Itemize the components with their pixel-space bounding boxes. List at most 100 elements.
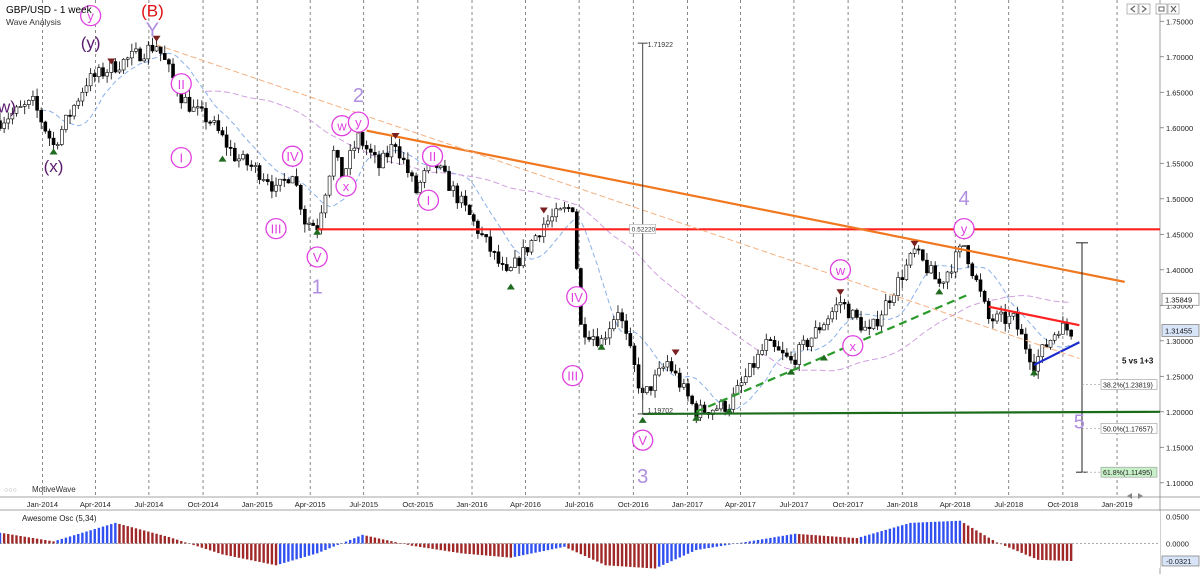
wave-label: 3 — [637, 466, 648, 488]
wave-label: x — [343, 179, 350, 194]
price-chart[interactable]: 1.71922 1.19702 0.52220 5 vs 1+3 38.2%(1.23… — [0, 0, 1200, 574]
x-tick-label: Apr-2015 — [295, 500, 326, 509]
wave-label: (B) — [141, 2, 164, 21]
candle — [150, 44, 155, 52]
candle — [533, 235, 538, 241]
oscillator-bar — [287, 543, 290, 562]
candle — [871, 318, 876, 329]
oscillator-bar — [1049, 543, 1052, 561]
oscillator-bar — [200, 543, 204, 548]
oscillator-bar — [637, 543, 640, 568]
y-tick-label: 1.65000 — [1166, 88, 1193, 97]
oscillator-bar — [97, 527, 101, 544]
oscillator-bar — [11, 534, 14, 544]
oscillator-bar — [620, 543, 624, 567]
oscillator-bar — [773, 537, 776, 544]
candle — [113, 61, 118, 73]
candle — [879, 314, 884, 327]
oscillator-bar — [629, 543, 632, 567]
oscillator-bar — [806, 534, 809, 544]
candle — [484, 234, 488, 238]
candle — [167, 59, 171, 65]
candle — [393, 144, 398, 147]
candle — [480, 233, 484, 236]
oscillator-bar — [876, 532, 879, 544]
x-tick-label: Jan-2019 — [1101, 500, 1132, 509]
candle — [158, 46, 163, 54]
back-icon[interactable] — [1126, 3, 1139, 15]
oscillator-bar — [798, 534, 801, 544]
candle — [912, 248, 917, 254]
oscillator-bar — [686, 543, 690, 554]
oscillator-bar — [921, 522, 925, 544]
wave-label: 2 — [353, 85, 364, 107]
candle — [603, 337, 608, 340]
oscillator-bar — [896, 526, 900, 544]
candle — [183, 96, 188, 104]
oscillator-bar — [851, 537, 854, 544]
candle — [797, 344, 802, 365]
candle — [1015, 313, 1020, 330]
oscillator-bar — [270, 543, 274, 565]
oscillator-bar — [950, 521, 953, 544]
candle — [80, 91, 85, 102]
oscillator-bar — [505, 543, 508, 558]
oscillator-bar — [563, 543, 566, 547]
candle — [241, 154, 245, 160]
oscillator-bar — [480, 543, 484, 556]
oscillator-bar — [690, 543, 694, 552]
candle — [294, 176, 299, 186]
wave-label: V — [313, 250, 322, 265]
candle — [278, 178, 282, 186]
oscillator-bar — [2, 533, 6, 544]
candle — [500, 263, 505, 265]
candle — [22, 104, 27, 107]
oscillator-bar — [534, 543, 537, 553]
oscillator-bar — [703, 543, 706, 549]
x-tick-label: Oct-2017 — [833, 500, 864, 509]
candle — [64, 114, 68, 130]
oscillator-bar — [835, 536, 838, 544]
oscillator-bar — [377, 538, 381, 544]
candle — [892, 295, 896, 303]
oscillator-bar — [105, 525, 109, 544]
forward-icon[interactable] — [1138, 3, 1151, 15]
oscillator-bar — [484, 543, 488, 556]
oscillator-bar — [583, 543, 587, 557]
y-tick-label: 1.60000 — [1166, 124, 1193, 133]
candle — [999, 311, 1003, 315]
candle — [509, 267, 513, 271]
oscillator-bar — [15, 535, 18, 544]
oscillator-bar — [855, 538, 859, 544]
oscillator-bar — [962, 523, 966, 544]
oscillator-bar — [1069, 543, 1073, 561]
candle — [982, 290, 987, 302]
oscillator-bar — [233, 543, 237, 557]
candle — [929, 265, 933, 274]
candle — [476, 220, 480, 234]
x-tick-label: Apr-2014 — [80, 500, 111, 509]
oscillator-bar — [213, 543, 216, 552]
oscillator-bar — [765, 538, 768, 544]
candle — [1048, 339, 1053, 348]
candle — [282, 178, 287, 181]
candle — [772, 339, 777, 347]
price-label: 1.35849 — [1165, 295, 1192, 304]
candle — [632, 345, 637, 366]
oscillator-bar — [810, 534, 813, 544]
oscillator-bar — [600, 543, 603, 564]
oscillator-bar — [966, 525, 970, 544]
oscillator-bar — [456, 543, 459, 553]
chart-subtitle: Wave Analysis — [6, 17, 61, 27]
candle — [949, 271, 954, 274]
oscillator-bar — [262, 543, 265, 563]
candle — [385, 152, 390, 158]
restore-icon[interactable] — [1155, 3, 1168, 15]
candle — [146, 44, 151, 60]
candle — [945, 271, 950, 283]
oscillator-bar — [130, 527, 134, 544]
candle — [27, 100, 31, 105]
close-icon[interactable] — [1167, 3, 1180, 15]
candle — [352, 147, 357, 151]
candle — [673, 370, 678, 374]
